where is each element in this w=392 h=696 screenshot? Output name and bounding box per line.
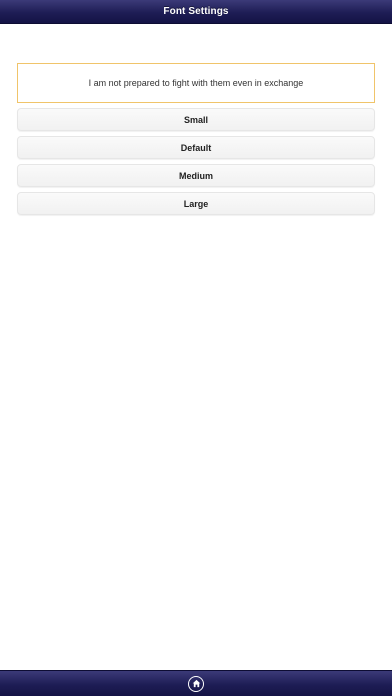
- default-font-button[interactable]: Default: [17, 136, 375, 159]
- large-font-label: Large: [183, 198, 209, 209]
- small-font-label: Small: [183, 114, 208, 125]
- medium-font-button[interactable]: Medium: [17, 164, 375, 187]
- bottom-toolbar: [0, 670, 392, 696]
- medium-font-label: Medium: [178, 170, 213, 181]
- small-font-button[interactable]: Small: [17, 108, 375, 131]
- page-title: Font Settings: [163, 6, 229, 17]
- home-button[interactable]: [188, 675, 204, 692]
- font-preview-box: I am not prepared to fight with them eve…: [17, 63, 375, 103]
- large-font-button[interactable]: Large: [17, 192, 375, 215]
- default-font-label: Default: [180, 142, 212, 153]
- home-icon: [192, 679, 200, 688]
- top-navigation-bar: Font Settings: [0, 0, 392, 24]
- font-preview-text: I am not prepared to fight with them eve…: [88, 78, 304, 88]
